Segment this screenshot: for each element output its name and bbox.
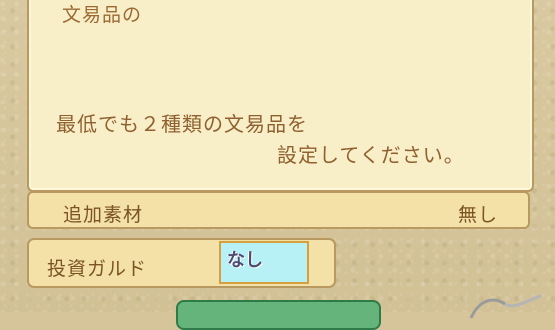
panel-message-line1: 最低でも２種類の文易品を xyxy=(56,112,308,136)
materials-label: 追加素材 xyxy=(63,204,144,226)
guild-input[interactable]: なし xyxy=(219,241,309,284)
guild-row: 投資ガルド なし xyxy=(27,238,336,288)
ornament-curl-icon xyxy=(469,294,542,319)
materials-value: 無し xyxy=(457,204,498,226)
info-panel: 文易品の 最低でも２種類の文易品を 設定してください。 xyxy=(27,0,534,192)
materials-row: 追加素材 無し xyxy=(27,191,530,229)
guild-input-value: なし xyxy=(227,250,263,271)
panel-top-text: 文易品の xyxy=(62,4,143,26)
panel-message-line2: 設定してください。 xyxy=(277,143,465,167)
guild-label: 投資ガルド xyxy=(47,258,148,280)
confirm-button[interactable] xyxy=(176,300,381,330)
